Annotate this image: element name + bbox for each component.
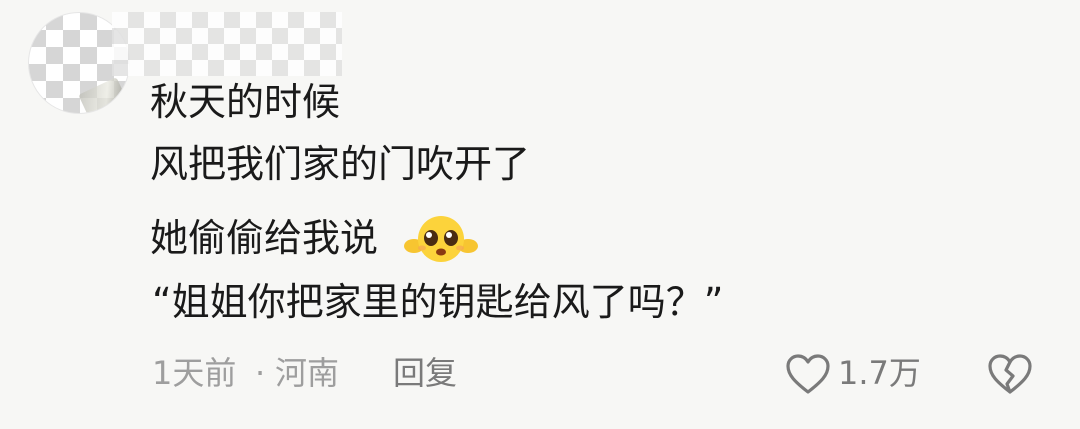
- comment-line-2: 风把我们家的门吹开了: [150, 142, 531, 186]
- comment-time: 1天前: [152, 354, 237, 392]
- pleading-face-emoji: [404, 216, 478, 262]
- reply-button[interactable]: 回复: [393, 350, 457, 396]
- broken-heart-icon[interactable]: [987, 353, 1033, 395]
- comment-line-1: 秋天的时候: [150, 80, 341, 124]
- meta-separator: ·: [255, 354, 266, 392]
- comment-line-3: 她偷偷给我说: [150, 216, 379, 260]
- username-mosaic[interactable]: [112, 12, 342, 76]
- heart-outline-icon[interactable]: [785, 353, 831, 395]
- like-count: 1.7万: [838, 354, 921, 392]
- avatar-image-detail: [78, 77, 126, 113]
- comment-line-4: “姐姐你把家里的钥匙给风了吗？”: [152, 280, 724, 324]
- comment-location: 河南: [275, 354, 340, 392]
